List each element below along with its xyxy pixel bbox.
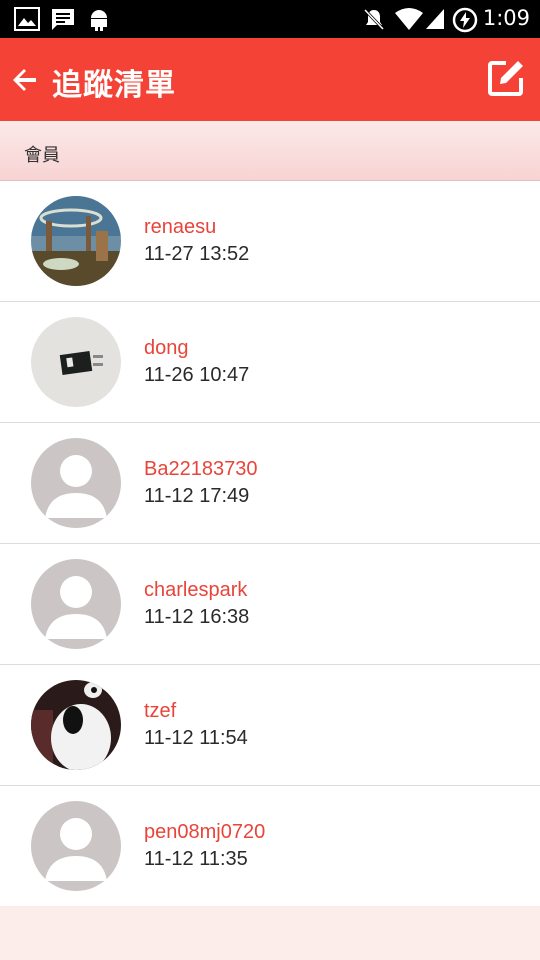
- wifi-icon: [394, 7, 424, 36]
- member-name: tzef: [144, 700, 177, 722]
- avatar: [31, 680, 121, 770]
- app-bar: 追蹤清單: [0, 38, 540, 121]
- signal-icon: [424, 7, 446, 36]
- android-icon: [88, 7, 110, 36]
- list-item[interactable]: tzef 11-12 11:54: [0, 665, 540, 786]
- list-item[interactable]: dong 11-26 10:47: [0, 302, 540, 423]
- section-title: 會員: [24, 145, 60, 166]
- list-item[interactable]: pen08mj0720 11-12 11:35: [0, 786, 540, 906]
- member-time: 11-12 16:38: [144, 606, 250, 628]
- list-item[interactable]: charlespark 11-12 16:38: [0, 544, 540, 665]
- image-notification-icon: [14, 7, 40, 36]
- page-title: 追蹤清單: [52, 68, 176, 103]
- list-item[interactable]: Ba22183730 11-12 17:49: [0, 423, 540, 544]
- battery-charging-icon: [452, 7, 478, 38]
- member-time: 11-26 10:47: [144, 364, 250, 386]
- member-name: dong: [144, 337, 189, 359]
- member-name: Ba22183730: [144, 458, 258, 480]
- back-arrow-icon[interactable]: [10, 65, 40, 95]
- avatar: [31, 438, 121, 528]
- member-name: charlespark: [144, 579, 248, 601]
- member-time: 11-27 13:52: [144, 243, 250, 265]
- section-header: 會員: [0, 121, 540, 181]
- member-time: 11-12 17:49: [144, 485, 250, 507]
- member-name: renaesu: [144, 216, 217, 238]
- mute-icon: [362, 7, 386, 36]
- member-list: renaesu 11-27 13:52 dong 11-26 10:47 Ba2…: [0, 181, 540, 906]
- avatar: [31, 317, 121, 407]
- status-time: 1:09: [482, 6, 530, 30]
- status-bar: 1:09: [0, 0, 540, 38]
- edit-icon[interactable]: [486, 58, 526, 98]
- member-name: pen08mj0720: [144, 821, 266, 843]
- list-item[interactable]: renaesu 11-27 13:52: [0, 181, 540, 302]
- avatar: [31, 196, 121, 286]
- member-time: 11-12 11:54: [144, 727, 248, 749]
- member-time: 11-12 11:35: [144, 848, 248, 870]
- avatar: [31, 801, 121, 891]
- avatar: [31, 559, 121, 649]
- message-notification-icon: [50, 7, 76, 36]
